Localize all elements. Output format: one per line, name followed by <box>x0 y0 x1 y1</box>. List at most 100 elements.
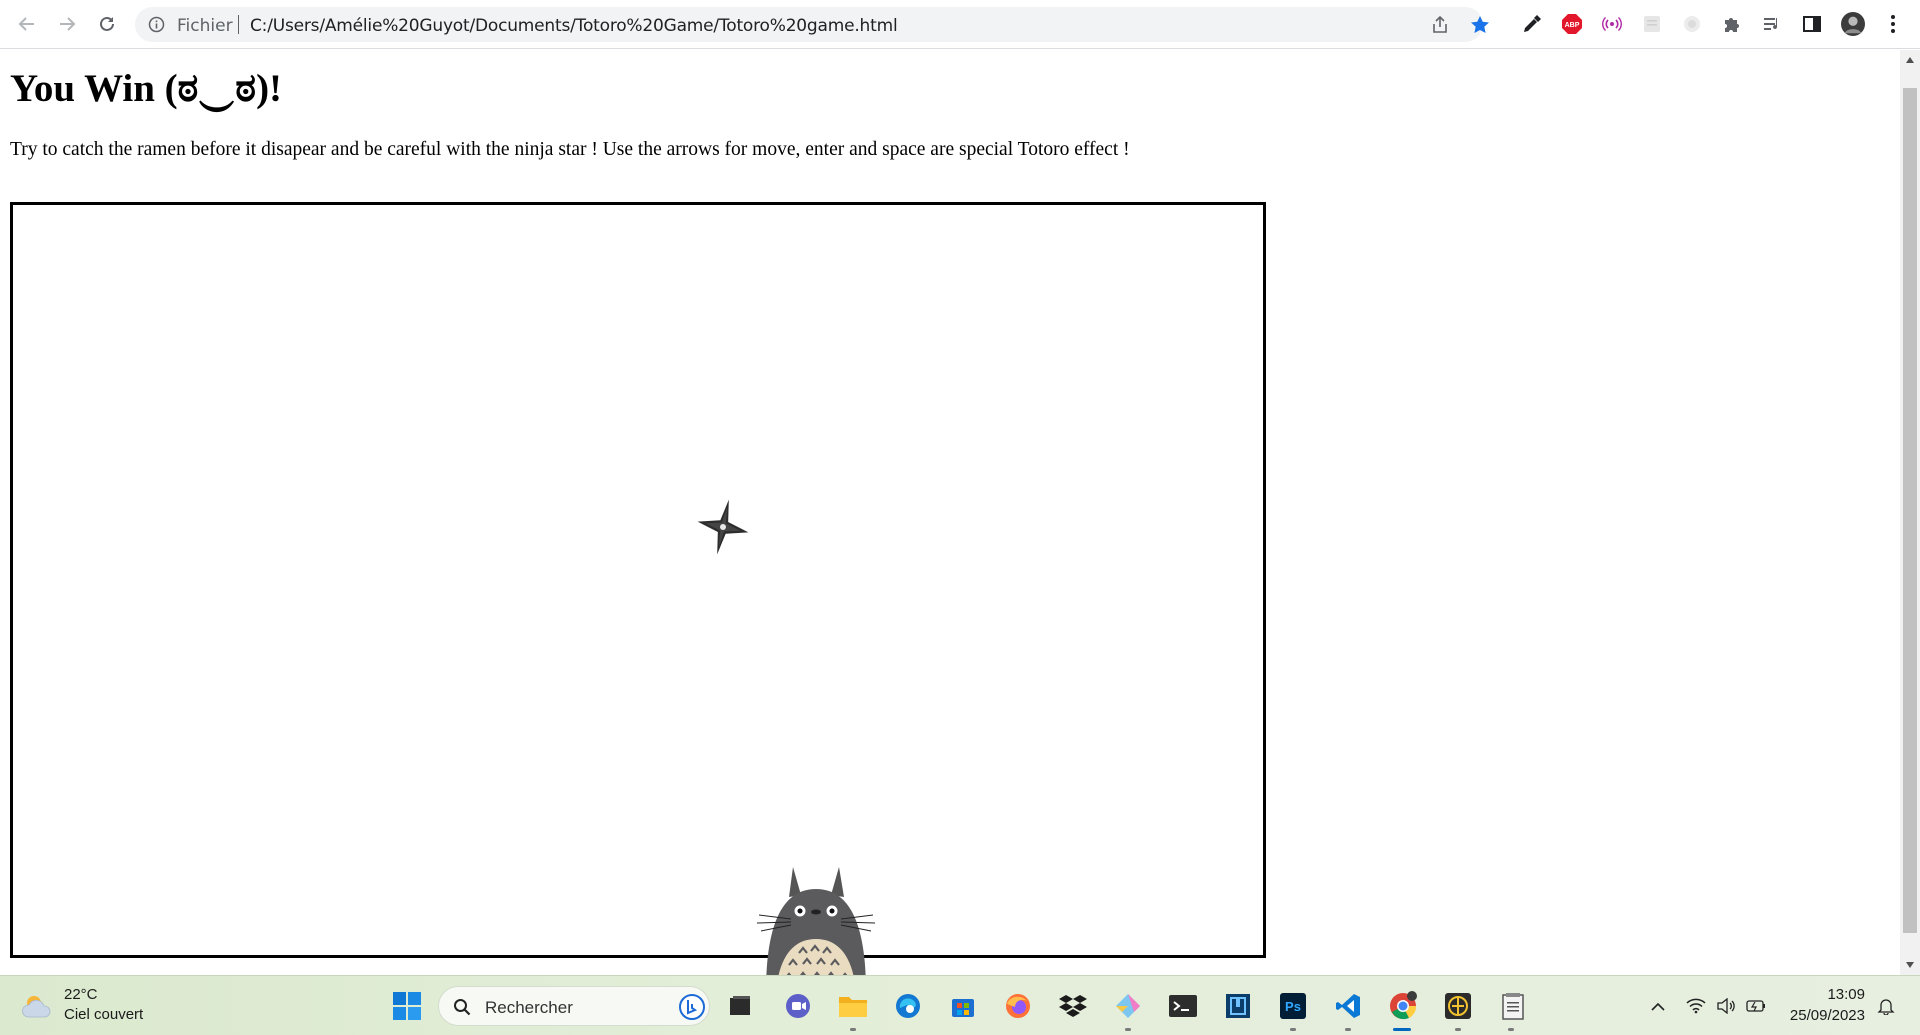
adblock-extension[interactable]: ABP <box>1560 12 1584 36</box>
scroll-thumb[interactable] <box>1903 88 1917 933</box>
running-indicator <box>1125 1028 1131 1031</box>
running-indicator <box>1345 1028 1351 1031</box>
notepad-app[interactable] <box>1497 990 1529 1022</box>
file-explorer-icon <box>730 996 750 1015</box>
notifications-button[interactable] <box>1876 996 1896 1016</box>
side-panel-icon <box>1803 16 1821 32</box>
profile-avatar <box>1841 12 1865 36</box>
clock-date: 25/09/2023 <box>1789 1007 1865 1024</box>
wifi-icon <box>1686 998 1706 1014</box>
page-content: You Win (ಠ‿ಠ)! Try to catch the ramen be… <box>0 50 1900 975</box>
circle-extension[interactable] <box>1680 12 1704 36</box>
eclipse-icon <box>1445 993 1471 1019</box>
wifi-button[interactable] <box>1686 996 1706 1016</box>
folder-app[interactable] <box>837 990 869 1022</box>
menu-dots-icon <box>1891 15 1895 33</box>
scroll-up-icon <box>1906 57 1914 63</box>
dropbox-app[interactable] <box>1057 990 1089 1022</box>
broadcast-extension[interactable] <box>1600 12 1624 36</box>
profile-button[interactable] <box>1841 12 1865 36</box>
vscode-app[interactable] <box>1332 990 1364 1022</box>
url-text[interactable]: C:/Users/Amélie%20Guyot/Documents/Totoro… <box>250 16 898 36</box>
edge-app[interactable] <box>892 990 924 1022</box>
chevron-up-icon <box>1651 1002 1665 1011</box>
dev-app[interactable] <box>1222 990 1254 1022</box>
windows-taskbar: 22°C Ciel couvert Rechercher Ps 13:09 25… <box>0 975 1920 1035</box>
reload-icon <box>100 16 114 31</box>
browser-toolbar: Fichier C:/Users/Amélie%20Guyot/Document… <box>0 0 1920 49</box>
search-icon <box>454 999 471 1016</box>
search-placeholder: Rechercher <box>485 998 573 1017</box>
chrome-app[interactable] <box>1387 990 1419 1022</box>
forward-button[interactable] <box>52 9 82 39</box>
dropbox-icon <box>1059 995 1087 1017</box>
scheme-label: Fichier <box>177 16 233 36</box>
windows-start-icon[interactable] <box>392 991 422 1021</box>
weather-condition: Ciel couvert <box>64 1006 144 1023</box>
reading-list-icon <box>1764 18 1778 30</box>
menu-button[interactable] <box>1881 12 1905 36</box>
totoro <box>756 867 876 975</box>
address-bar[interactable]: Fichier C:/Users/Amélie%20Guyot/Document… <box>135 7 1489 42</box>
file-explorer-app[interactable] <box>724 990 756 1022</box>
blank-extension[interactable] <box>1640 12 1664 36</box>
teams-chat-app[interactable] <box>782 990 814 1022</box>
store-app[interactable] <box>947 990 979 1022</box>
eyedropper-icon <box>1524 15 1541 32</box>
taskbar-search[interactable]: Rechercher <box>438 986 710 1026</box>
scroll-down-icon <box>1906 962 1914 968</box>
chrome-icon <box>1390 991 1417 1020</box>
info-icon[interactable] <box>148 16 165 33</box>
bookmark-star-icon[interactable] <box>1470 15 1490 35</box>
side-panel-button[interactable] <box>1800 12 1824 36</box>
photoshop-label: Ps <box>1285 999 1301 1014</box>
back-button[interactable] <box>12 9 42 39</box>
page-scrollbar[interactable] <box>1900 50 1920 975</box>
firefox-app[interactable] <box>1002 990 1034 1022</box>
adblock-icon: ABP <box>1562 14 1582 34</box>
eyedropper-extension[interactable] <box>1520 12 1544 36</box>
firefox-icon <box>1006 994 1030 1018</box>
running-indicator <box>1455 1028 1461 1031</box>
share-icon[interactable] <box>1430 15 1450 35</box>
scroll-down-button[interactable] <box>1900 955 1920 975</box>
battery-icon <box>1746 1000 1765 1012</box>
bing-icon[interactable] <box>679 994 705 1020</box>
game-canvas[interactable] <box>10 202 1266 958</box>
scheme-separator <box>238 15 239 34</box>
terminal-app[interactable] <box>1167 990 1199 1022</box>
page-title: You Win (ಠ‿ಠ)! <box>10 67 283 110</box>
volume-button[interactable] <box>1716 996 1736 1016</box>
cloud-icon <box>22 996 51 1018</box>
game-instructions: Try to catch the ramen before it disapea… <box>10 139 1130 160</box>
terminal-icon <box>1169 995 1197 1017</box>
running-indicator <box>850 1028 856 1031</box>
weather-temperature: 22°C <box>64 986 98 1003</box>
git-app[interactable] <box>1112 990 1144 1022</box>
notification-bell-icon <box>1877 999 1895 1015</box>
photoshop-icon: Ps <box>1280 993 1306 1019</box>
edge-icon <box>896 994 920 1018</box>
puzzle-icon <box>1725 18 1739 32</box>
store-icon <box>952 999 974 1017</box>
teams-chat-icon <box>786 994 810 1018</box>
extension-circle-icon <box>1684 16 1700 32</box>
back-icon <box>18 17 34 31</box>
clock-time: 13:09 <box>1827 986 1865 1003</box>
forward-icon <box>60 17 76 31</box>
tray-overflow-button[interactable] <box>1648 996 1668 1016</box>
reload-button[interactable] <box>92 9 122 39</box>
photoshop-app[interactable]: Ps <box>1277 990 1309 1022</box>
reading-list-button[interactable] <box>1760 12 1784 36</box>
vscode-icon <box>1336 994 1360 1018</box>
extensions-button[interactable] <box>1720 12 1744 36</box>
scroll-up-button[interactable] <box>1900 50 1920 70</box>
active-indicator <box>1393 1028 1411 1031</box>
git-icon <box>1116 994 1140 1018</box>
broadcast-icon <box>1602 16 1622 32</box>
running-indicator <box>1508 1028 1514 1031</box>
battery-button[interactable] <box>1746 996 1766 1016</box>
eclipse-app[interactable] <box>1442 990 1474 1022</box>
notepad-icon <box>1502 993 1524 1020</box>
extension-blank-icon <box>1644 16 1660 32</box>
